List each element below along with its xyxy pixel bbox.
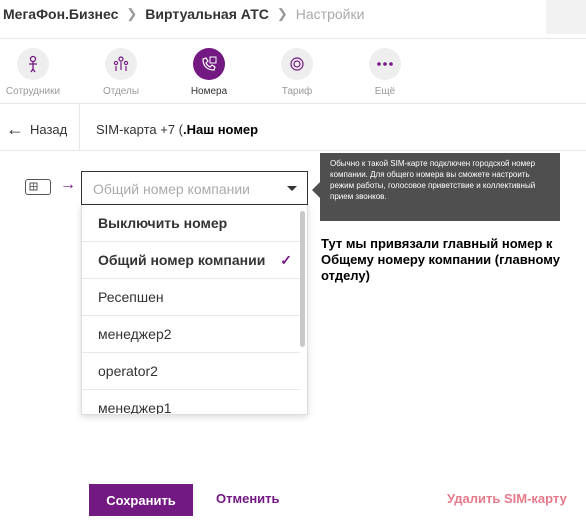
delete-sim-button[interactable]: Удалить SIM-карту [447,491,567,506]
departments-icon [105,48,137,80]
chevron-right-icon: ❯ [276,6,288,21]
sim-title-name: .Наш номер [183,122,259,137]
employee-icon [17,48,49,80]
tariff-icon [281,48,313,80]
vertical-divider [79,104,80,150]
nav-item-tariff[interactable]: Тариф [257,48,337,97]
annotation-note: Тут мы привязали главный номер к Общему … [321,236,560,283]
chevron-right-icon: ❯ [126,6,138,21]
dropdown-option-selected[interactable]: Общий номер компании ✓ [82,242,300,279]
sim-title-prefix: SIM-карта +7 ( [96,122,184,137]
breadcrumb-root[interactable]: МегаФон.Бизнес [3,6,118,22]
tooltip-pointer [312,182,320,198]
more-icon [369,48,401,80]
number-assignment-select[interactable]: Общий номер компании [81,171,308,205]
back-label: Назад [30,121,68,137]
dropdown-option[interactable]: менеджер2 [82,316,300,353]
option-label: operator2 [98,363,158,379]
nav-item-more[interactable]: Ещё [345,48,425,97]
nav-item-employees[interactable]: Сотрудники [0,48,73,97]
number-assignment-dropdown: Выключить номер Общий номер компании ✓ Р… [81,205,308,415]
option-label: Общий номер компании [98,252,266,268]
header-divider [0,38,586,39]
nav-label: Отделы [102,86,140,97]
checkmark-icon: ✓ [280,251,292,268]
arrow-left-icon: ← [6,119,24,139]
nav-item-departments[interactable]: Отделы [81,48,161,97]
breadcrumb: МегаФон.Бизнес ❯ Виртуальная АТС ❯ Настр… [0,0,586,28]
caret-down-icon [287,186,297,191]
dropdown-option[interactable]: operator2 [82,353,300,390]
dropdown-option[interactable]: менеджер1 [82,390,300,415]
save-button[interactable]: Сохранить [89,484,193,516]
sim-card-icon [25,179,51,195]
header-corner-panel [546,0,586,34]
main-nav: Сотрудники Отделы Номера Тариф Ещё [0,48,586,98]
nav-label: Сотрудники [5,86,61,97]
help-tooltip: Обычно к такой SIM-карте подключен город… [320,153,560,221]
arrow-right-icon: → [60,176,76,193]
nav-label: Тариф [281,86,313,97]
title-divider [0,150,586,151]
cancel-button[interactable]: Отменить [216,491,280,506]
option-label: менеджер1 [98,400,172,415]
option-label: менеджер2 [98,326,172,342]
breadcrumb-section[interactable]: Виртуальная АТС [145,6,269,22]
option-label: Выключить номер [98,215,228,231]
dropdown-scrollbar[interactable] [300,211,305,347]
back-button[interactable]: ← Назад [6,120,67,138]
option-label: Ресепшен [98,289,164,305]
nav-divider [0,103,586,104]
dropdown-option[interactable]: Ресепшен [82,279,300,316]
nav-item-numbers[interactable]: Номера [169,48,249,97]
redacted-mask [258,123,291,136]
nav-label: Ещё [374,86,396,97]
breadcrumb-current: Настройки [295,6,365,22]
select-value: Общий номер компании [93,181,250,197]
nav-label: Номера [190,86,228,97]
numbers-icon [193,48,225,80]
dropdown-option[interactable]: Выключить номер [82,205,300,242]
page-title: SIM-карта +7 ( .Наш номер [96,122,291,137]
